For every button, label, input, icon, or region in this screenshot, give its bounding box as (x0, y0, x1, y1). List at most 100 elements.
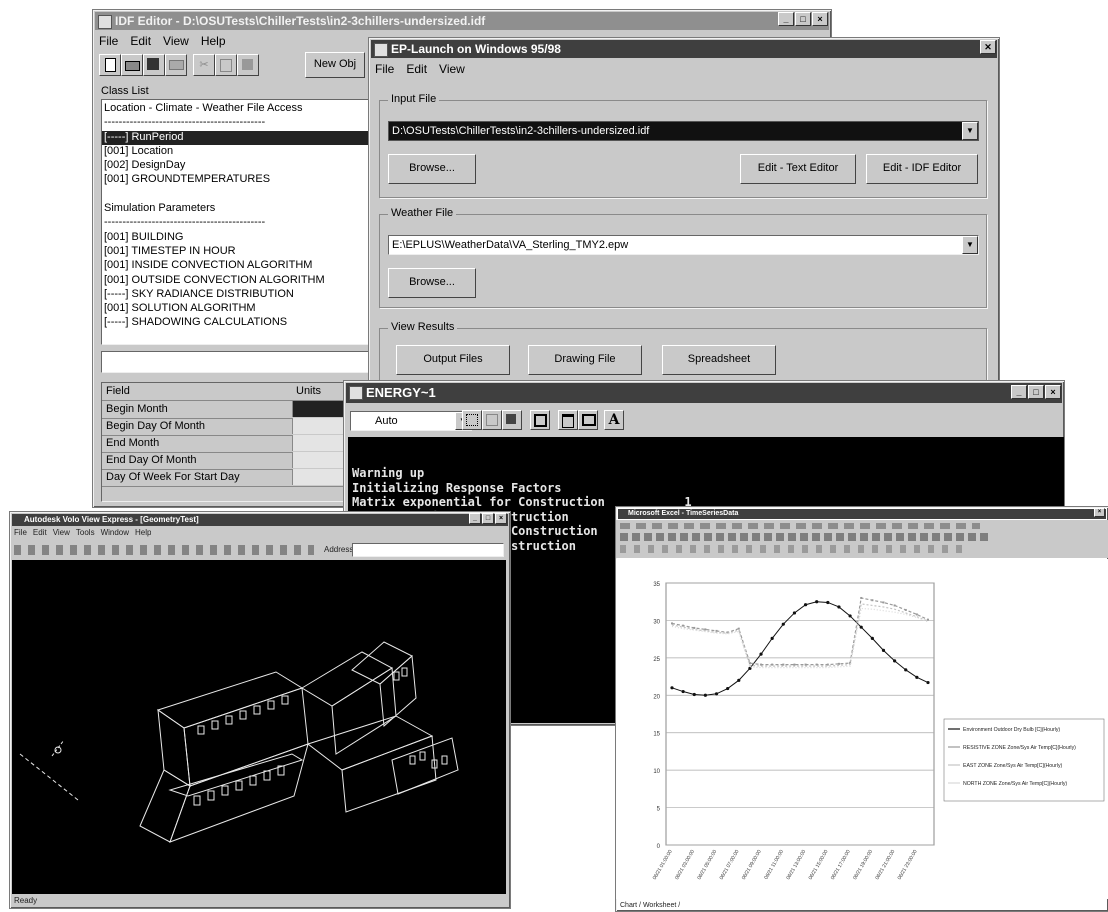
browse-input-button[interactable]: Browse... (388, 154, 476, 184)
copy-icon[interactable] (482, 410, 502, 430)
minimize-button[interactable]: _ (469, 513, 481, 524)
paste-icon[interactable] (237, 54, 259, 76)
field-grid-row[interactable]: Day Of Week For Start Day (102, 469, 371, 487)
print-icon[interactable] (165, 54, 187, 76)
new-obj-button[interactable]: New Obj (305, 52, 365, 78)
weather-file-value: E:\EPLUS\WeatherData\VA_Sterling_TMY2.ep… (392, 239, 629, 251)
open-folder-icon[interactable] (121, 54, 143, 76)
cut-icon[interactable]: ✂ (193, 54, 215, 76)
menu-help[interactable]: Help (199, 32, 228, 50)
menu-file[interactable]: File (373, 60, 396, 78)
minimize-button[interactable]: _ (1011, 385, 1027, 399)
energy-console-titlebar[interactable]: ENERGY~1 (346, 383, 1062, 403)
edit-text-editor-button[interactable]: Edit - Text Editor (740, 154, 856, 184)
sheet-tabs[interactable]: Chart / Worksheet / (620, 901, 680, 910)
maximize-button[interactable]: □ (1028, 385, 1044, 399)
menu-tools[interactable]: Tools (76, 528, 95, 537)
view-results-group: View Results Output Files Drawing File S… (379, 321, 987, 386)
class-list-item[interactable]: [-----] SHADOWING CALCULATIONS (102, 316, 370, 330)
ep-launch-app-icon (374, 43, 388, 57)
menu-view[interactable]: View (437, 60, 467, 78)
input-file-group: Input File D:\OSUTests\ChillerTests\in2-… (379, 93, 987, 198)
console-toolbar: Auto ▼ A (350, 409, 680, 433)
font-size-select[interactable]: Auto ▼ (350, 411, 472, 431)
class-list-item[interactable]: [001] BUILDING (102, 231, 370, 245)
font-button[interactable]: A (604, 410, 624, 430)
class-list-item[interactable]: [001] TIMESTEP IN HOUR (102, 245, 370, 259)
menu-edit[interactable]: Edit (128, 32, 153, 50)
console-line: Initializing Response Factors (352, 480, 562, 495)
menu-edit[interactable]: Edit (404, 60, 429, 78)
class-list-item[interactable]: [001] GROUNDTEMPERATURES (102, 173, 370, 187)
menu-view[interactable]: View (53, 528, 70, 537)
class-list[interactable]: Location - Climate - Weather File Access… (101, 99, 371, 345)
menu-window[interactable]: Window (101, 528, 129, 537)
mark-icon[interactable] (462, 410, 482, 430)
background-icon[interactable] (578, 410, 598, 430)
menu-file[interactable]: File (97, 32, 120, 50)
menu-help[interactable]: Help (135, 528, 151, 537)
close-icon[interactable]: ✕ (980, 40, 996, 54)
class-list-item[interactable]: ----------------------------------------… (102, 216, 370, 230)
minimize-button[interactable]: _ (778, 12, 794, 26)
close-button[interactable]: × (495, 513, 507, 524)
menu-edit[interactable]: Edit (33, 528, 47, 537)
x-tick-label: 06/21 23:00:00 (897, 849, 919, 881)
data-point (815, 600, 819, 604)
volo-view-titlebar[interactable]: Autodesk Volo View Express - [GeometryTe… (12, 514, 508, 526)
y-tick-label: 0 (657, 844, 661, 850)
idf-editor-titlebar[interactable]: IDF Editor - D:\OSUTests\ChillerTests\in… (95, 12, 829, 30)
class-list-item[interactable]: [002] DesignDay (102, 159, 370, 173)
maximize-button[interactable]: □ (795, 12, 811, 26)
paste-icon[interactable] (502, 410, 522, 430)
class-list-item[interactable]: [001] Location (102, 145, 370, 159)
class-list-item[interactable] (102, 188, 370, 202)
browse-weather-button[interactable]: Browse... (388, 268, 476, 298)
class-list-item[interactable]: [-----] RunPeriod (102, 130, 370, 145)
close-button[interactable]: × (1094, 508, 1105, 517)
save-icon[interactable] (143, 54, 165, 76)
field-grid-row[interactable]: Begin Day Of Month (102, 418, 371, 436)
excel-menu-icons[interactable] (620, 523, 980, 529)
chevron-down-icon[interactable]: ▼ (962, 122, 978, 140)
close-button[interactable]: × (812, 12, 828, 26)
address-input[interactable] (352, 543, 504, 557)
weather-file-combo[interactable]: E:\EPLUS\WeatherData\VA_Sterling_TMY2.ep… (388, 235, 979, 255)
properties-icon[interactable] (558, 410, 578, 430)
input-file-combo[interactable]: D:\OSUTests\ChillerTests\in2-3chillers-u… (388, 121, 979, 141)
field-name: End Day Of Month (106, 454, 197, 466)
class-list-item[interactable]: [001] INSIDE CONVECTION ALGORITHM (102, 259, 370, 273)
field-grid-row[interactable]: End Month (102, 435, 371, 453)
class-list-item[interactable]: [-----] SKY RADIANCE DISTRIBUTION (102, 288, 370, 302)
class-list-item[interactable]: Location - Climate - Weather File Access (102, 102, 370, 116)
class-list-item[interactable]: [001] SOLUTION ALGORITHM (102, 302, 370, 316)
new-file-icon[interactable] (99, 54, 121, 76)
maximize-button[interactable]: □ (482, 513, 494, 524)
excel-standard-toolbar[interactable] (620, 533, 990, 541)
menu-file[interactable]: File (14, 528, 27, 537)
chevron-down-icon[interactable]: ▼ (962, 236, 978, 254)
spreadsheet-button[interactable]: Spreadsheet (662, 345, 776, 375)
class-list-item[interactable]: Simulation Parameters (102, 202, 370, 216)
fullscreen-icon[interactable] (530, 410, 550, 430)
class-list-item[interactable]: ----------------------------------------… (102, 116, 370, 130)
edit-idf-editor-button[interactable]: Edit - IDF Editor (866, 154, 978, 184)
energy-console-title: ENERGY~1 (366, 385, 436, 400)
output-files-button[interactable]: Output Files (396, 345, 510, 375)
excel-format-toolbar[interactable] (620, 545, 970, 553)
copy-icon[interactable] (215, 54, 237, 76)
class-list-item[interactable]: [001] OUTSIDE CONVECTION ALGORITHM (102, 274, 370, 288)
geometry-viewport[interactable] (12, 560, 506, 894)
chart-area[interactable]: 0 5 10 15 20 25 30 35 06/21 01:00:00 06/21 03:00:… (616, 559, 1108, 899)
data-point (904, 668, 908, 672)
ep-launch-titlebar[interactable]: EP-Launch on Windows 95/98 (371, 40, 997, 58)
menu-view[interactable]: View (161, 32, 191, 50)
field-grid-row[interactable]: End Day Of Month (102, 452, 371, 470)
excel-titlebar[interactable]: Microsoft Excel - TimeSeriesData (618, 509, 1106, 519)
close-button[interactable]: × (1045, 385, 1061, 399)
data-point (714, 692, 719, 696)
data-point (926, 680, 930, 685)
field-grid-row[interactable]: Begin Month (102, 401, 371, 419)
drawing-file-button[interactable]: Drawing File (528, 345, 642, 375)
view-tools-icons[interactable] (14, 545, 314, 555)
